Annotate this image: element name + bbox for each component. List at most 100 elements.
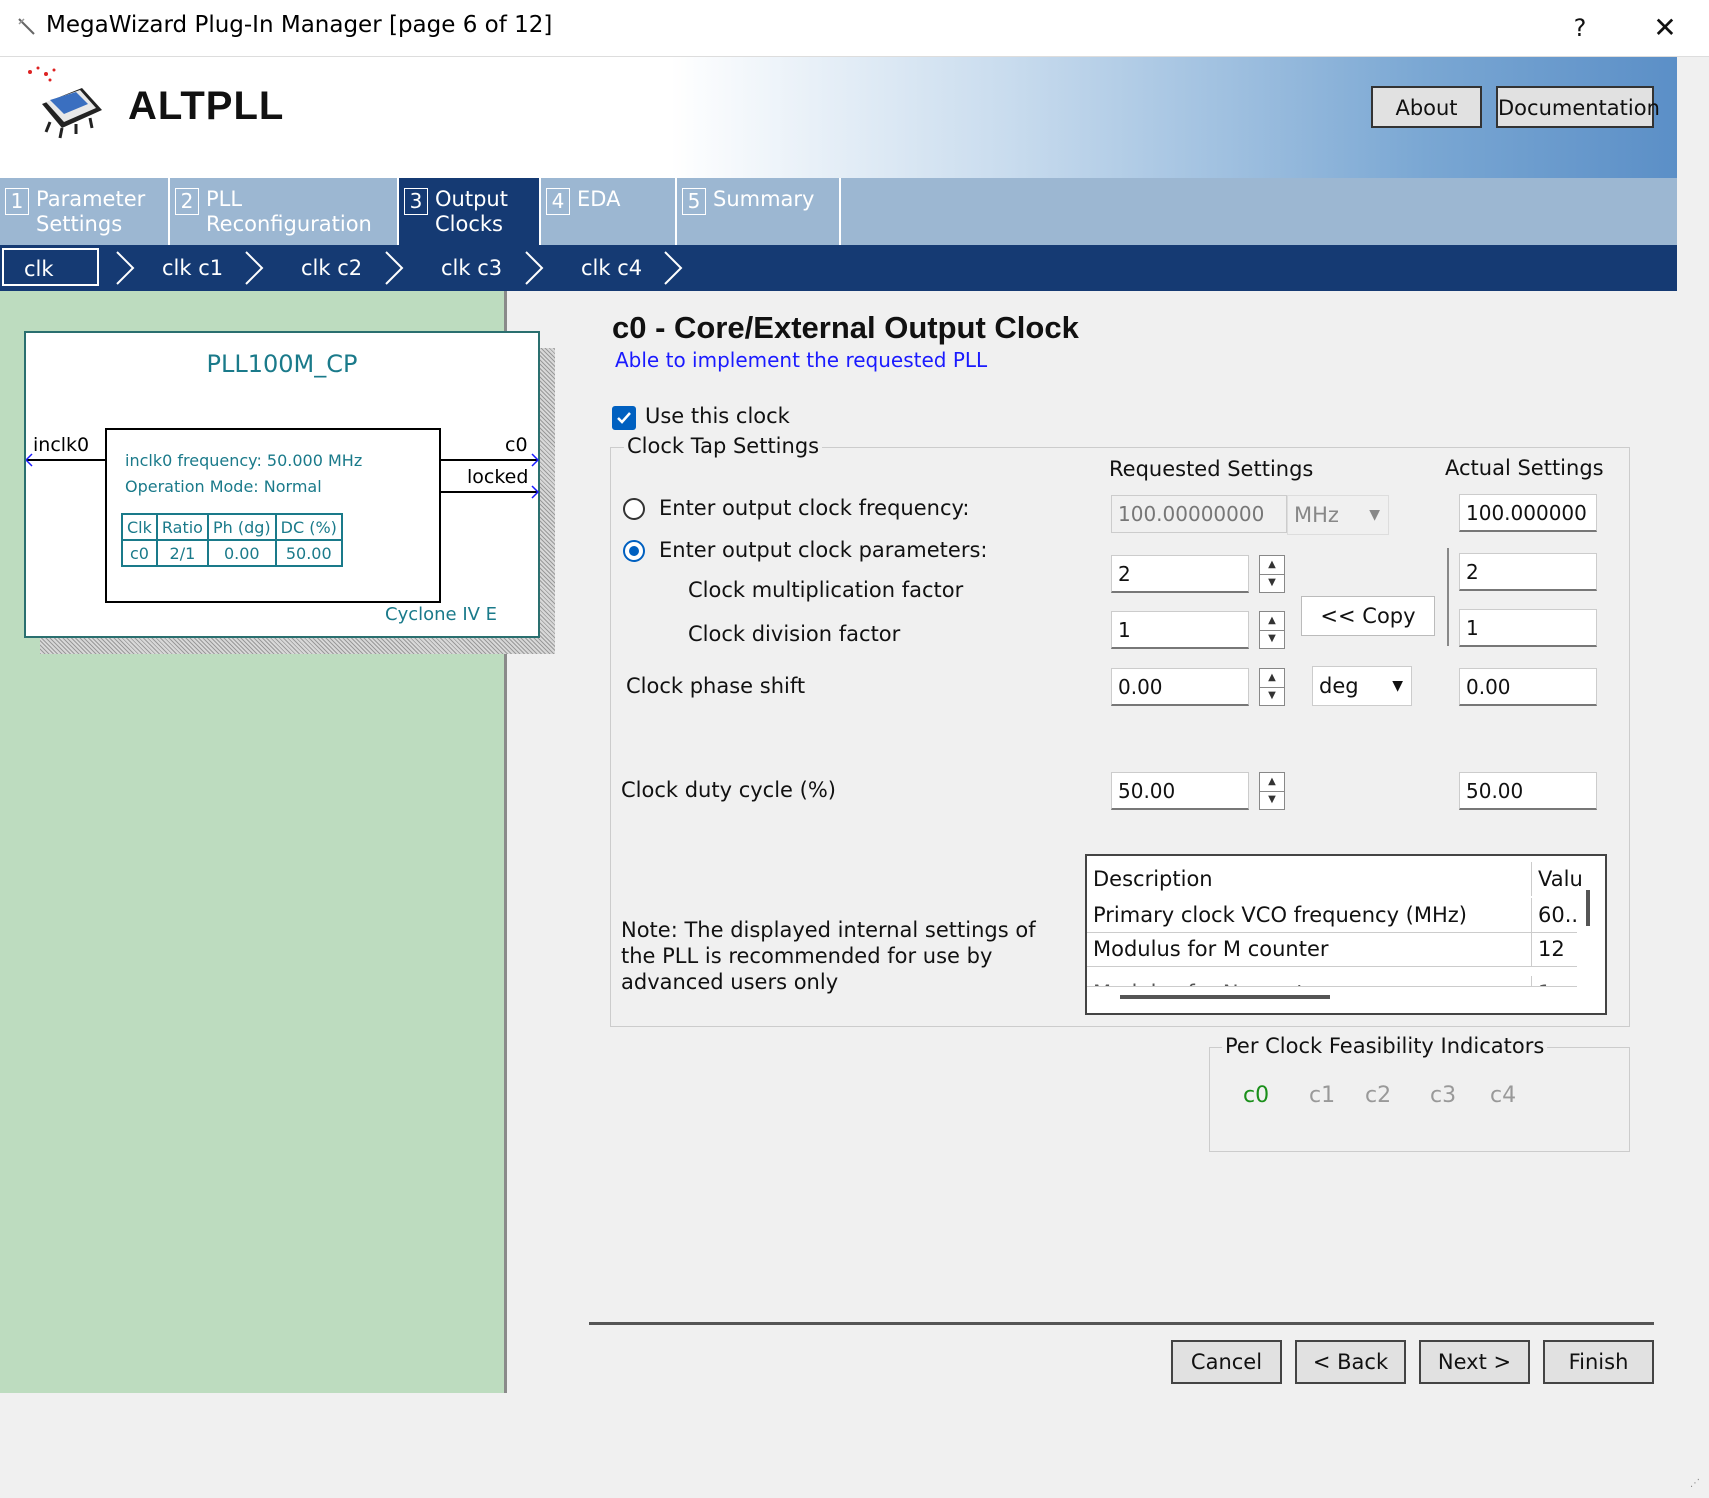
table-row: c0 2/1 0.00 50.00 — [121, 539, 343, 567]
list-header: Description Valu — [1087, 862, 1583, 896]
value-column-header: Valu — [1531, 862, 1584, 896]
spin-down-icon[interactable]: ▼ — [1260, 687, 1284, 705]
use-clock-checkbox[interactable] — [612, 406, 636, 430]
chevron-right-icon — [245, 251, 264, 285]
feasibility-c0: c0 — [1243, 1083, 1270, 1108]
clock-nav-c3[interactable]: clk c3 — [441, 245, 502, 291]
actual-settings-header: Actual Settings — [1445, 456, 1604, 480]
documentation-button[interactable]: Documentation — [1496, 86, 1660, 128]
clock-nav-c0[interactable]: clk c0 — [2, 248, 99, 319]
param-description: Primary clock VCO frequency (MHz) — [1093, 903, 1467, 927]
spin-down-icon[interactable]: ▼ — [1260, 574, 1284, 592]
actual-multiplication-field: 2 — [1459, 553, 1597, 591]
table-header-cell: DC (%) — [274, 513, 343, 541]
list-item[interactable]: Modulus for M counter 12 — [1087, 932, 1577, 967]
clock-tap-settings-legend: Clock Tap Settings — [624, 434, 823, 458]
wand-icon — [18, 18, 35, 35]
output-parameters-radio[interactable] — [623, 540, 645, 562]
pin-inclk0: inclk0 — [33, 434, 90, 456]
clock-nav-c2[interactable]: clk c2 — [301, 245, 362, 291]
param-description: Modulus for N counter — [1093, 976, 1326, 986]
close-button[interactable]: ✕ — [1645, 8, 1685, 48]
tab-summary[interactable]: 5 Summary — [677, 178, 841, 245]
tab-label: Summary — [713, 187, 815, 211]
horizontal-scrollbar[interactable] — [1120, 995, 1330, 999]
help-button[interactable]: ? — [1560, 8, 1600, 48]
output-frequency-radio[interactable] — [623, 498, 645, 520]
requested-settings-header: Requested Settings — [1109, 457, 1314, 481]
multiplication-factor-label: Clock multiplication factor — [688, 578, 964, 602]
cancel-button[interactable]: Cancel — [1171, 1340, 1282, 1384]
actual-duty-field: 50.00 — [1459, 772, 1597, 810]
output-frequency-label: Enter output clock frequency: — [659, 496, 970, 520]
footer-divider — [589, 1322, 1654, 1325]
phase-shift-input[interactable]: 0.00 — [1111, 668, 1249, 706]
param-description: Modulus for M counter — [1093, 937, 1329, 961]
feasibility-c2: c2 — [1365, 1083, 1392, 1108]
tab-parameter-settings[interactable]: 1 Parameter Settings — [0, 178, 170, 245]
tab-output-clocks[interactable]: 3 Output Clocks — [399, 178, 541, 245]
frequency-unit-select[interactable]: MHz ▼ — [1287, 495, 1389, 535]
multiplication-factor-input[interactable]: 2 — [1111, 555, 1249, 593]
list-item[interactable]: Primary clock VCO frequency (MHz) 60.. — [1087, 898, 1578, 933]
spin-up-icon[interactable]: ▲ — [1260, 556, 1284, 575]
tab-number: 3 — [404, 188, 428, 215]
clock-nav-c1[interactable]: clk c1 — [162, 245, 223, 291]
back-button[interactable]: < Back — [1295, 1340, 1406, 1384]
chevron-down-icon: ▼ — [1369, 507, 1380, 523]
division-factor-label: Clock division factor — [688, 622, 901, 646]
chip-icon — [28, 66, 102, 139]
status-message: Able to implement the requested PLL — [615, 348, 988, 372]
device-family: Cyclone IV E — [385, 604, 498, 625]
duty-cycle-input[interactable]: 50.00 — [1111, 772, 1249, 810]
finish-button[interactable]: Finish — [1543, 1340, 1654, 1384]
next-button[interactable]: Next > — [1419, 1340, 1530, 1384]
page-title: c0 - Core/External Output Clock — [612, 310, 1079, 345]
about-button[interactable]: About — [1371, 86, 1482, 128]
feasibility-c1: c1 — [1309, 1083, 1336, 1108]
clock-summary-table: Clk Ratio Ph (dg) DC (%) c0 2/1 0.00 50.… — [121, 513, 343, 567]
tab-pll-reconfiguration[interactable]: 2 PLL Reconfiguration — [170, 178, 399, 245]
use-clock-label: Use this clock — [645, 404, 790, 428]
spin-up-icon[interactable]: ▲ — [1260, 612, 1284, 631]
feasibility-indicators-group — [1209, 1047, 1630, 1152]
spin-up-icon[interactable]: ▲ — [1260, 669, 1284, 688]
phase-unit-value: deg — [1319, 674, 1359, 698]
requested-frequency-input[interactable]: 100.00000000 — [1111, 495, 1287, 533]
table-cell: 50.00 — [274, 539, 343, 567]
tab-number: 5 — [682, 188, 706, 215]
clock-nav-c4[interactable]: clk c4 — [581, 245, 642, 291]
internal-parameters-list[interactable]: Description Valu Primary clock VCO frequ… — [1085, 854, 1607, 1015]
chevron-right-icon — [385, 251, 404, 285]
copy-button[interactable]: << Copy — [1301, 596, 1435, 636]
window-title: MegaWizard Plug-In Manager [page 6 of 12… — [46, 12, 553, 38]
param-value: 1 — [1531, 976, 1577, 986]
operation-mode-text: Operation Mode: Normal — [125, 477, 322, 496]
table-cell: 0.00 — [206, 539, 277, 567]
tab-eda[interactable]: 4 EDA — [541, 178, 677, 245]
multiplication-factor-spinner[interactable]: ▲ ▼ — [1259, 555, 1285, 593]
duty-cycle-spinner[interactable]: ▲ ▼ — [1259, 772, 1285, 810]
param-value: 60.. — [1531, 898, 1584, 932]
duty-cycle-label: Clock duty cycle (%) — [621, 778, 836, 802]
tab-number: 2 — [175, 188, 199, 215]
phase-shift-spinner[interactable]: ▲ ▼ — [1259, 668, 1285, 706]
tab-label: PLL Reconfiguration — [206, 187, 372, 236]
phase-shift-label: Clock phase shift — [626, 674, 806, 698]
advanced-note: Note: The displayed internal settings of… — [621, 918, 1036, 994]
table-cell: 2/1 — [155, 539, 209, 567]
resize-grip-icon[interactable]: ⋰ — [1690, 1478, 1700, 1489]
phase-unit-select[interactable]: deg ▼ — [1312, 666, 1412, 706]
list-item[interactable]: Modulus for N counter 1 — [1087, 966, 1577, 987]
input-frequency-text: inclk0 frequency: 50.000 MHz — [125, 451, 363, 470]
param-value: 12 — [1531, 932, 1584, 966]
tab-label: Output Clocks — [435, 187, 508, 236]
spin-down-icon[interactable]: ▼ — [1260, 791, 1284, 809]
actual-division-field: 1 — [1459, 609, 1597, 647]
spin-down-icon[interactable]: ▼ — [1260, 630, 1284, 648]
spin-up-icon[interactable]: ▲ — [1260, 773, 1284, 792]
vertical-scrollbar[interactable] — [1586, 890, 1590, 926]
division-factor-spinner[interactable]: ▲ ▼ — [1259, 611, 1285, 649]
table-header-cell: Ratio — [155, 513, 209, 541]
division-factor-input[interactable]: 1 — [1111, 611, 1249, 649]
